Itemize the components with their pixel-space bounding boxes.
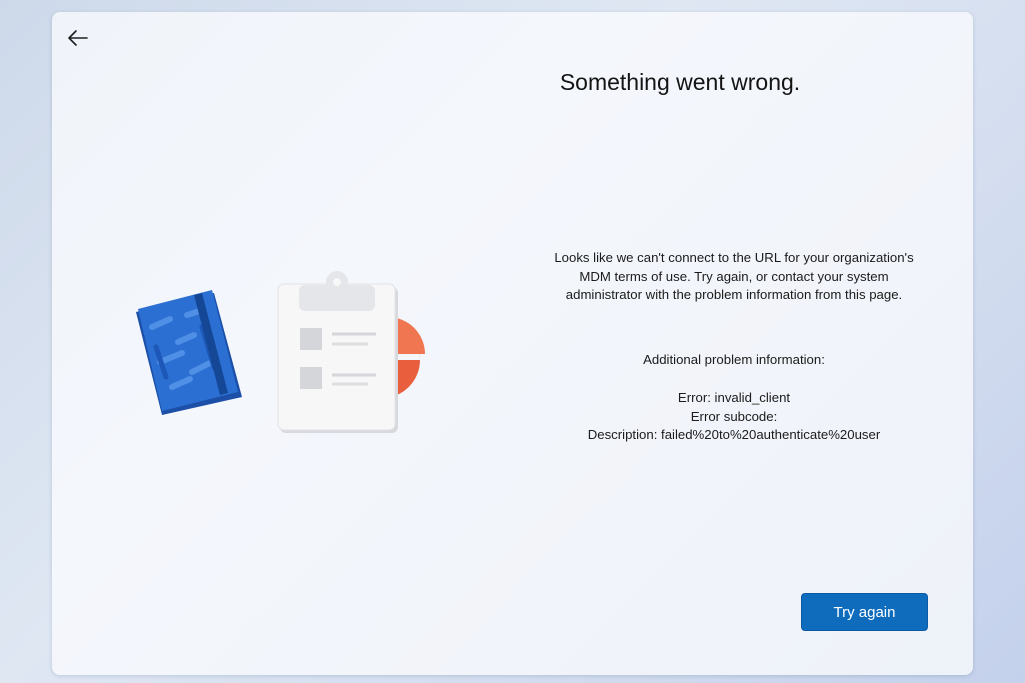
oobe-dialog: Something went wrong. Looks like we can'… <box>52 12 973 675</box>
try-again-button[interactable]: Try again <box>801 593 928 631</box>
arrow-left-icon <box>68 30 88 46</box>
error-code: Error: invalid_client <box>677 390 791 405</box>
error-message: Looks like we can't connect to the URL f… <box>554 250 914 302</box>
clipboard-icon <box>277 271 398 433</box>
notebook-icon <box>136 290 242 415</box>
error-details: Error: invalid_client Error subcode: Des… <box>534 389 934 445</box>
illustration <box>136 271 425 433</box>
error-subcode: Error subcode: <box>690 408 778 424</box>
additional-info-heading: Additional problem information: <box>643 352 825 367</box>
page-title: Something went wrong. <box>559 69 801 95</box>
error-description: Description: failed%20to%20authenticate%… <box>587 427 881 442</box>
back-button[interactable] <box>64 26 92 50</box>
